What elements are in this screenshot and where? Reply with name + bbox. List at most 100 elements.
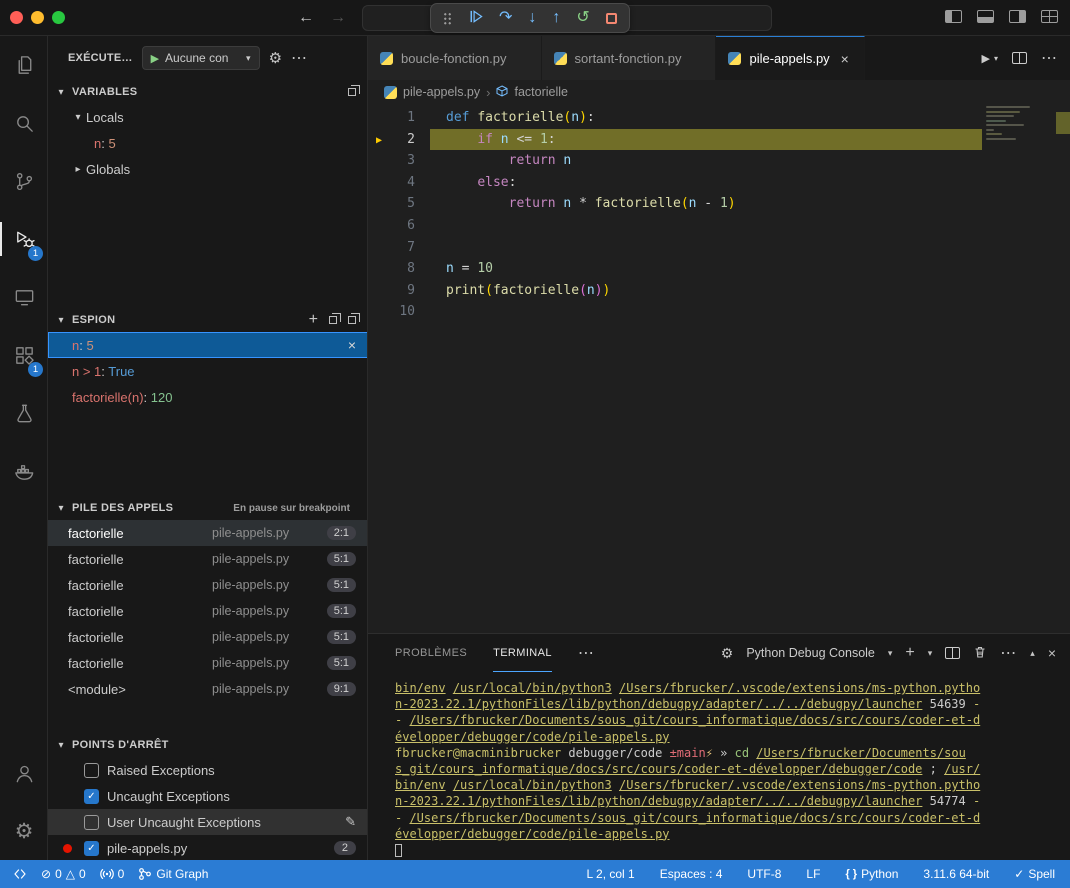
language-mode[interactable]: { } Python [840, 860, 903, 888]
editor-tab[interactable]: sortant-fonction.py × [542, 36, 717, 80]
explorer-icon[interactable] [0, 36, 48, 94]
drag-handle-icon[interactable] [443, 12, 452, 25]
stop-button[interactable] [606, 13, 617, 24]
code-line[interactable]: 10 [368, 301, 1070, 323]
code-content[interactable]: print(factorielle(n)) [430, 280, 982, 302]
ports-status[interactable]: 0 [95, 860, 130, 888]
editor-gutter[interactable]: 7 [368, 237, 430, 259]
breakpoint-checkbox[interactable] [84, 789, 99, 804]
tab-terminal[interactable]: TERMINAL [493, 634, 552, 672]
customize-layout-icon[interactable] [1041, 10, 1058, 23]
debug-continue-button[interactable] [468, 9, 483, 27]
terminal-selector[interactable]: Python Debug Console [746, 646, 875, 660]
terminal[interactable]: bin/env /usr/local/bin/python3 /Users/fb… [368, 672, 1070, 858]
watch-item[interactable]: n: 5 × [48, 332, 368, 358]
code-content[interactable]: return n * factorielle(n - 1) [430, 193, 982, 215]
kill-terminal-icon[interactable] [973, 645, 987, 662]
code-line[interactable]: 9 print(factorielle(n)) [368, 280, 1070, 302]
git-graph-button[interactable]: Git Graph [133, 860, 213, 888]
code-line[interactable]: 4 else: [368, 172, 1070, 194]
breadcrumb-file[interactable]: pile-appels.py [403, 85, 480, 99]
indentation-status[interactable]: Espaces : 4 [655, 860, 728, 888]
restart-button[interactable]: ↺ [576, 10, 589, 26]
code-content[interactable]: else: [430, 172, 982, 194]
code-content[interactable]: return n [430, 150, 982, 172]
code-content[interactable] [430, 215, 982, 237]
step-into-button[interactable]: ↓ [528, 10, 536, 26]
close-tab-icon[interactable]: × [838, 51, 852, 67]
minimize-window-button[interactable] [31, 11, 44, 24]
zoom-window-button[interactable] [52, 11, 65, 24]
overview-ruler[interactable] [1056, 104, 1070, 633]
close-panel-icon[interactable]: × [1048, 645, 1056, 661]
split-terminal-icon[interactable] [945, 647, 960, 659]
accounts-icon[interactable] [0, 744, 48, 802]
code-line[interactable]: 5 return n * factorielle(n - 1) [368, 193, 1070, 215]
settings-gear-icon[interactable]: ⚙ [0, 802, 48, 860]
collapse-all-icon[interactable] [348, 88, 356, 96]
editor-gutter[interactable]: 1 [368, 107, 430, 129]
code-content[interactable]: def factorielle(n): [430, 107, 982, 129]
editor-gutter[interactable]: 9 [368, 280, 430, 302]
code-content[interactable] [430, 237, 982, 259]
minimap[interactable] [986, 106, 1046, 142]
editor-tab[interactable]: pile-appels.py × [716, 36, 864, 80]
editor-gutter[interactable]: 6 [368, 215, 430, 237]
navigate-forward-button[interactable]: → [330, 7, 346, 29]
extensions-icon[interactable]: 1 [0, 326, 48, 384]
views-more-actions-icon[interactable]: ⋯ [291, 48, 308, 68]
watch-header[interactable]: ▾ ESPION + [48, 308, 368, 332]
debug-settings-gear-icon[interactable]: ⚙ [269, 49, 282, 67]
call-stack-frame[interactable]: factorielle pile-appels.py 2:1 [48, 520, 368, 546]
editor-gutter[interactable]: 4 [368, 172, 430, 194]
new-terminal-icon[interactable]: + [905, 646, 914, 660]
code-line[interactable]: 6 [368, 215, 1070, 237]
editor-tab[interactable]: boucle-fonction.py × [368, 36, 542, 80]
breakpoint-item[interactable]: Uncaught Exceptions ✎ [48, 783, 368, 809]
watch-item[interactable]: n > 1: True × [48, 358, 368, 384]
close-window-button[interactable] [10, 11, 23, 24]
editor-gutter[interactable]: 3 [368, 150, 430, 172]
spell-checker[interactable]: ✓ Spell [1009, 860, 1060, 888]
code-line[interactable]: 2 if n <= 1: [368, 129, 1070, 151]
remote-explorer-icon[interactable] [0, 268, 48, 326]
variables-header[interactable]: ▾ VARIABLES [48, 80, 368, 104]
testing-icon[interactable] [0, 384, 48, 442]
breakpoint-item[interactable]: pile-appels.py ✎ 2 [48, 835, 368, 860]
navigate-back-button[interactable]: ← [298, 7, 314, 29]
collapse-all-icon[interactable] [329, 316, 337, 324]
call-stack-frame[interactable]: <module> pile-appels.py 9:1 [48, 676, 368, 702]
call-stack-header[interactable]: ▾ PILE DES APPELS En pause sur breakpoin… [48, 496, 368, 520]
locals-scope[interactable]: ▾ Locals [48, 104, 368, 130]
problems-status[interactable]: ⊘ 0 △ 0 [36, 860, 91, 888]
run-python-file-icon[interactable]: ▶ [982, 52, 990, 65]
variable-item[interactable]: n: 5 [48, 130, 368, 156]
editor-more-actions-icon[interactable]: ⋯ [1041, 48, 1058, 68]
debug-config-dropdown[interactable]: ▶ Aucune con ▾ [142, 46, 260, 70]
code-line[interactable]: 8 n = 10 [368, 258, 1070, 280]
call-stack-frame[interactable]: factorielle pile-appels.py 5:1 [48, 624, 368, 650]
tab-problems[interactable]: PROBLÈMES [395, 634, 467, 672]
breadcrumb-symbol[interactable]: factorielle [514, 85, 568, 99]
code-content[interactable]: n = 10 [430, 258, 982, 280]
breakpoint-checkbox[interactable] [84, 815, 99, 830]
call-stack-frame[interactable]: factorielle pile-appels.py 5:1 [48, 650, 368, 676]
add-watch-expression-icon[interactable]: + [309, 313, 318, 327]
code-line[interactable]: 3 return n [368, 150, 1070, 172]
toggle-secondary-sidebar-icon[interactable] [1009, 10, 1026, 23]
run-dropdown-icon[interactable]: ▾ [994, 54, 998, 63]
eol-status[interactable]: LF [801, 860, 825, 888]
maximize-panel-icon[interactable]: ▴ [1030, 648, 1035, 659]
code-content[interactable]: if n <= 1: [430, 129, 982, 151]
step-over-button[interactable]: ↷ [499, 10, 512, 26]
toggle-panel-icon[interactable] [977, 10, 994, 23]
python-interpreter[interactable]: 3.11.6 64-bit [918, 860, 994, 888]
encoding-status[interactable]: UTF-8 [742, 860, 786, 888]
breakpoint-item[interactable]: User Uncaught Exceptions ✎ [48, 809, 368, 835]
code-line[interactable]: 1 def factorielle(n): [368, 107, 1070, 129]
docker-icon[interactable] [0, 442, 48, 500]
breakpoint-checkbox[interactable] [84, 763, 99, 778]
terminal-more-actions-icon[interactable]: ⋯ [1000, 643, 1017, 663]
code-editor[interactable]: 1 def factorielle(n): 2 if n <= 1: [368, 104, 1070, 633]
chevron-down-icon[interactable]: ▾ [888, 648, 893, 659]
